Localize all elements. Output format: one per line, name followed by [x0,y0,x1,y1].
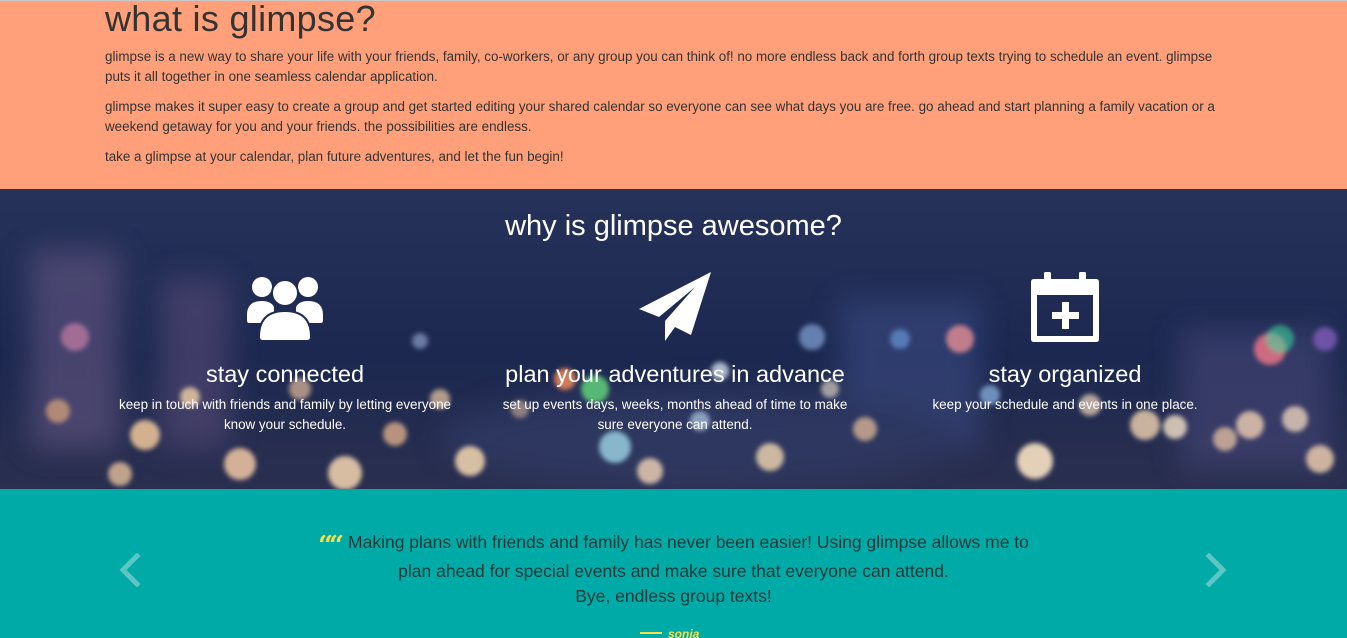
feature-plan-adventures: plan your adventures in advance set up e… [490,271,860,435]
feature-stay-organized: stay organized keep your schedule and ev… [885,271,1245,415]
chevron-left-icon [119,552,141,588]
carousel-prev-button[interactable] [116,552,144,588]
quote-line: Bye, endless group texts! [575,586,772,606]
features-title: why is glimpse awesome? [505,210,842,242]
feature-stay-connected: stay connected keep in touch with friend… [105,271,465,435]
feature-text: set up events days, weeks, months ahead … [502,397,848,432]
group-icon [247,277,323,342]
about-section: what is glimpse? glimpse is a new way to… [0,0,1347,189]
testimonial-section: ““ Making plans with friends and family h… [0,489,1347,638]
about-content: what is glimpse? glimpse is a new way to… [105,1,1240,167]
testimonial-quote: ““ Making plans with friends and family h… [310,530,1037,609]
carousel-next-button[interactable] [1202,552,1230,588]
calendar-plus-icon [1031,272,1099,342]
feature-text: keep in touch with friends and family by… [119,397,451,432]
author-name: sonia [668,627,700,638]
chevron-right-icon [1205,552,1227,588]
feature-text: keep your schedule and events in one pla… [932,397,1198,412]
paper-plane-icon [639,272,711,341]
about-paragraph: glimpse is a new way to share your life … [105,49,1213,84]
feature-heading: plan your adventures in advance [505,361,845,387]
feature-heading: stay organized [988,361,1142,387]
about-paragraph: take a glimpse at your calendar, plan fu… [105,149,564,164]
about-paragraph: glimpse makes it super easy to create a … [105,99,1215,134]
author-divider [640,632,662,634]
features-section: why is glimpse awesome? stay connected k… [0,189,1347,489]
testimonial-author: sonia [640,627,699,638]
quote-line: plan ahead for special events and make s… [398,561,949,581]
quote-line: Making plans with friends and family has… [348,532,1029,552]
about-title: what is glimpse? [105,0,376,39]
quote-icon: ““ [318,531,344,561]
feature-heading: stay connected [205,361,365,387]
